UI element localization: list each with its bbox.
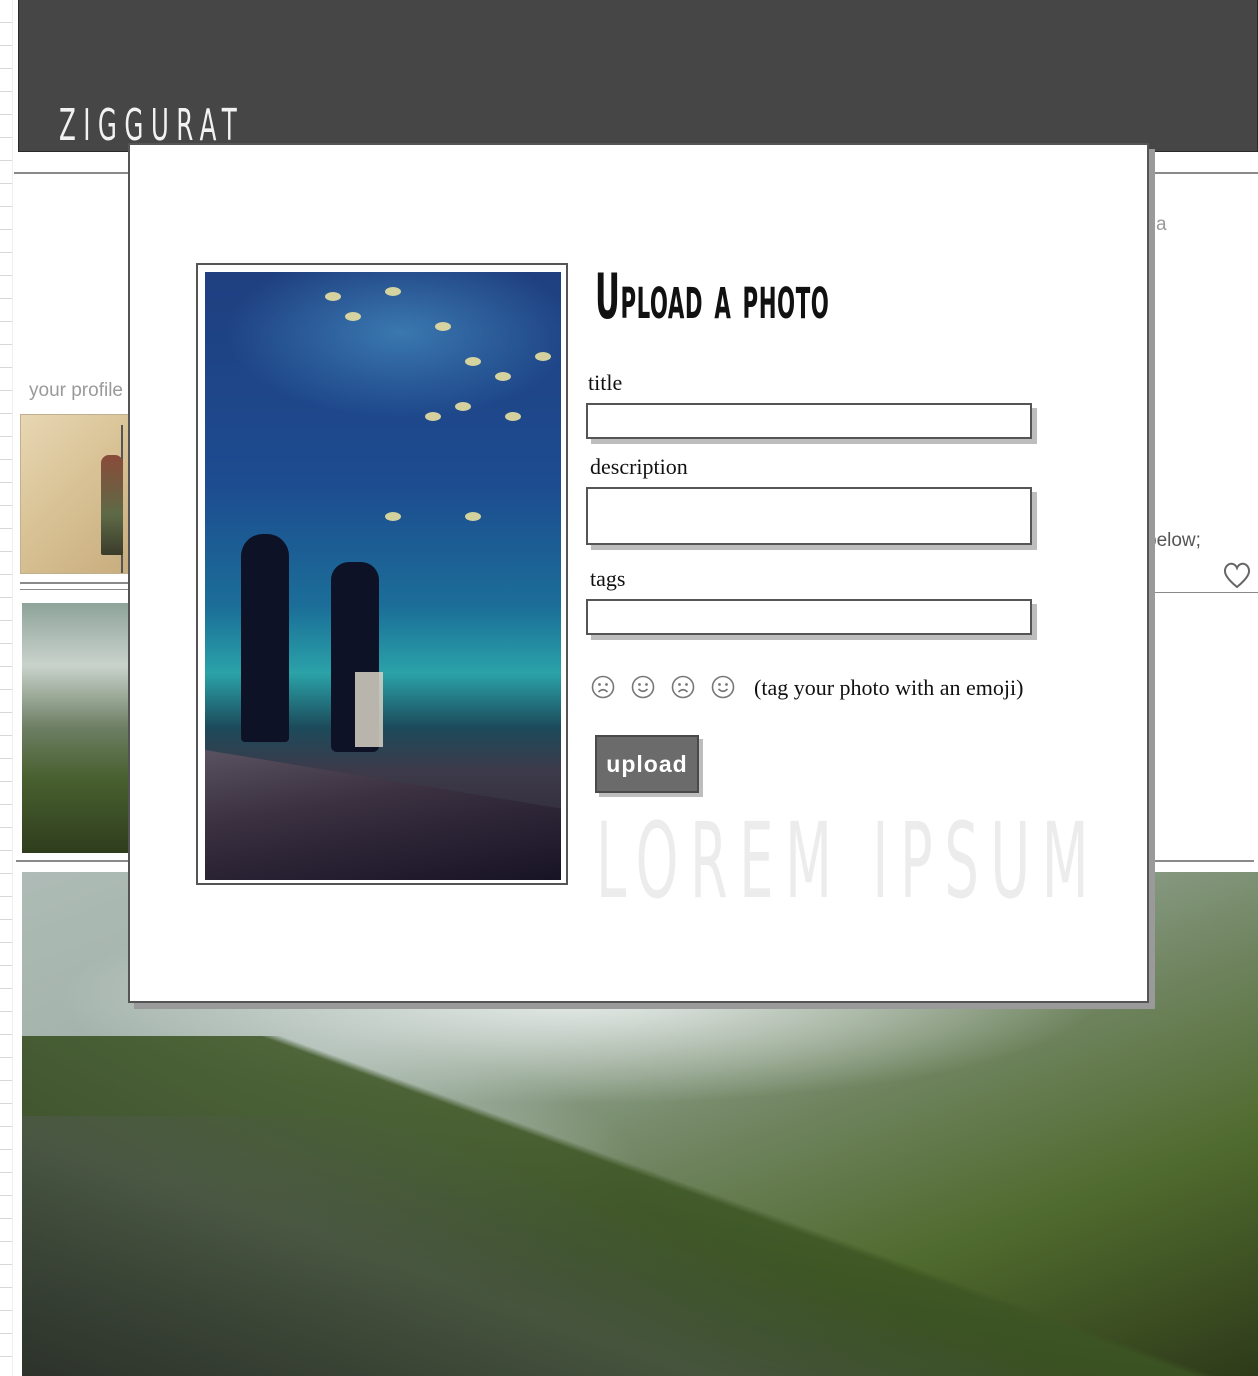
silhouette-person-left <box>241 534 289 742</box>
section-divider <box>20 582 130 584</box>
profile-label[interactable]: your profile <box>29 380 123 402</box>
description-input[interactable] <box>586 487 1032 545</box>
fish-shape <box>535 352 551 361</box>
ruler-edge <box>12 0 13 1376</box>
tags-input[interactable] <box>586 599 1032 635</box>
background-text-a: a <box>1156 214 1167 235</box>
fish-shape <box>325 292 341 301</box>
fish-shape <box>505 412 521 421</box>
smile-face-icon[interactable] <box>711 675 735 699</box>
frown-face-icon[interactable] <box>591 675 615 699</box>
fish-shape <box>425 412 441 421</box>
title-label: title <box>588 370 623 395</box>
aquarium-floor <box>205 750 561 880</box>
fish-shape <box>435 322 451 331</box>
lorem-ipsum-watermark: Lorem ipsum <box>596 800 1101 922</box>
right-divider <box>1148 592 1258 593</box>
fish-shape <box>465 357 481 366</box>
frown-face-icon[interactable] <box>671 675 695 699</box>
dress-highlight <box>355 672 383 747</box>
heart-icon[interactable] <box>1222 558 1252 592</box>
photo-preview-frame <box>196 263 568 885</box>
description-label: description <box>590 454 688 479</box>
tags-label: tags <box>590 566 626 591</box>
fish-shape <box>465 512 481 521</box>
fish-shape <box>495 372 511 381</box>
upload-button[interactable]: upload <box>595 735 699 793</box>
warrior-figure <box>101 455 123 555</box>
ruler-strip <box>0 0 12 1376</box>
fish-shape <box>345 312 361 321</box>
fish-shape <box>455 402 471 411</box>
upload-modal: Upload a photo title description tags (t… <box>128 143 1149 1003</box>
profile-photo-warrior[interactable] <box>20 414 132 574</box>
fish-shape <box>385 512 401 521</box>
title-input[interactable] <box>586 403 1032 439</box>
site-header: Ziggurat <box>18 0 1258 152</box>
smile-face-icon[interactable] <box>631 675 655 699</box>
photo-preview[interactable] <box>205 272 561 880</box>
thumbnail-mountain[interactable] <box>22 603 130 853</box>
fish-shape <box>385 287 401 296</box>
emoji-hint: (tag your photo with an emoji) <box>754 675 1024 700</box>
background-text-below: below; <box>1146 530 1201 551</box>
mountain-ridge-left <box>22 1116 1258 1376</box>
modal-title: Upload a photo <box>595 260 830 333</box>
section-divider-2 <box>20 589 130 590</box>
